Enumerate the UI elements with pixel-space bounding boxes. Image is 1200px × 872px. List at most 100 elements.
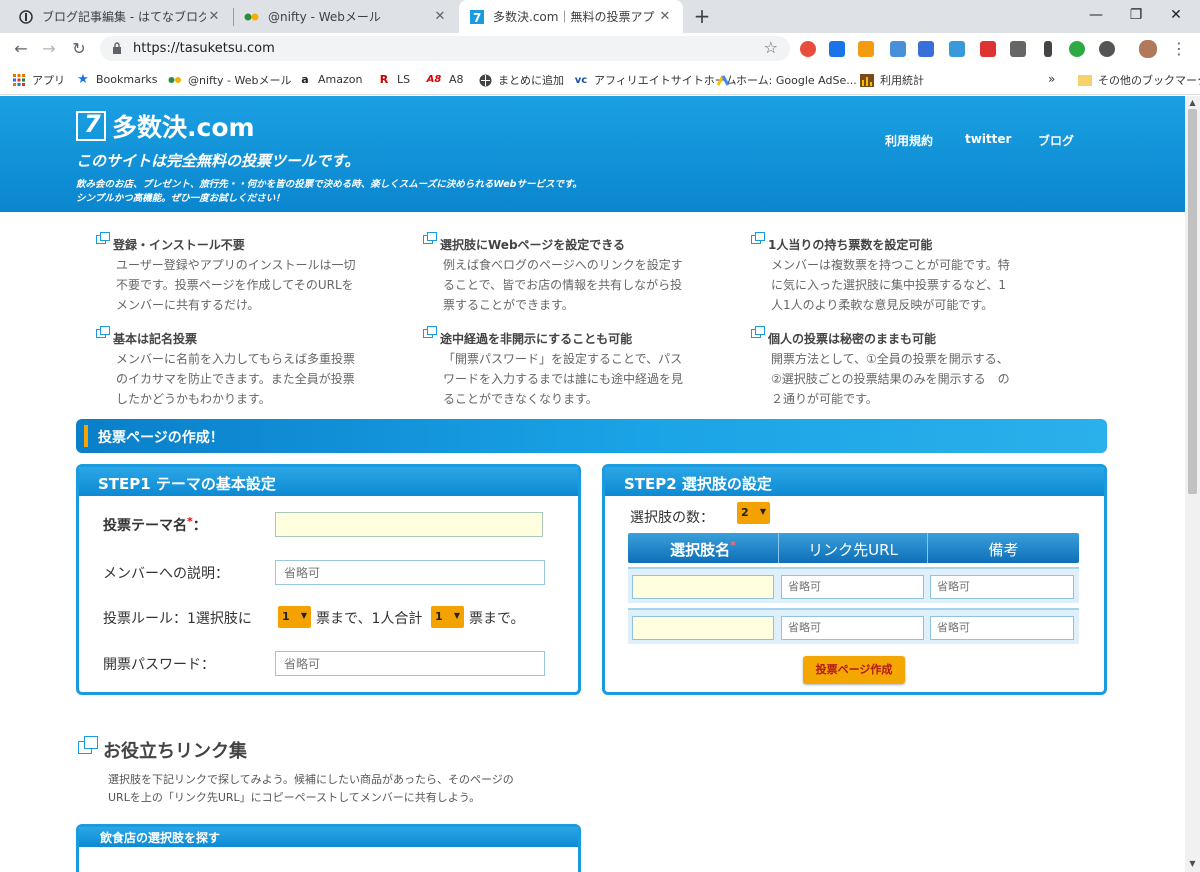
bookmark-bookmarks[interactable]: ★ Bookmarks	[76, 72, 157, 87]
extension-bolt-icon[interactable]	[1099, 41, 1115, 57]
tab-close-icon[interactable]: ✕	[432, 9, 448, 24]
feature-line: に気に入った選択肢に集中投票するなど、1	[771, 278, 1007, 292]
password-input[interactable]	[275, 651, 545, 676]
choice-row	[628, 567, 1079, 603]
description-input[interactable]	[275, 560, 545, 585]
feature-body: ユーザー登録やアプリのインストールは一切 不要です。投票ページを作成してそのUR…	[116, 255, 406, 315]
bookmark-stats[interactable]: 利用統計	[860, 72, 924, 88]
choice-count-select[interactable]: 2 ▼	[737, 502, 770, 524]
bookmark-amazon[interactable]: a Amazon	[298, 72, 362, 86]
create-vote-page-button[interactable]: 投票ページ作成	[803, 656, 905, 684]
feature-line: ワードを入力するまでは誰にも途中経過を見	[443, 372, 684, 386]
tab-nifty-webmail[interactable]: @nifty - Webメール ✕	[234, 0, 458, 33]
omnibox[interactable]: https://tasuketsu.com ☆	[100, 36, 790, 61]
extension-location-icon[interactable]	[1044, 41, 1052, 57]
tab-close-icon[interactable]: ✕	[206, 9, 222, 24]
bookmark-label: 利用統計	[880, 74, 924, 87]
votes-total-select[interactable]: 1 ▼	[431, 606, 464, 628]
url-text[interactable]: https://tasuketsu.com	[133, 41, 275, 56]
reload-icon[interactable]: ↻	[68, 38, 90, 60]
scrollbar-thumb[interactable]	[1188, 109, 1197, 494]
ls-icon: R	[379, 72, 389, 86]
hatena-favicon-icon	[18, 9, 34, 25]
new-tab-button[interactable]: +	[690, 4, 714, 28]
step2-header: STEP2 選択肢の設定	[605, 467, 1104, 496]
extension-g-icon[interactable]	[800, 41, 816, 57]
feature-line: メンバーは複数票を持つことが可能です。特	[771, 258, 1010, 272]
choice-url-input[interactable]	[781, 616, 924, 640]
bookmark-other[interactable]: その他のブックマーク	[1078, 72, 1200, 88]
tab-close-icon[interactable]: ✕	[657, 9, 673, 24]
tab-tasuketsu[interactable]: 7 多数決.com｜無料の投票アプリ·者 ✕	[459, 0, 683, 33]
bookmark-star-icon[interactable]: ☆	[764, 38, 778, 57]
forward-arrow-icon[interactable]: →	[38, 38, 60, 60]
section-accent	[84, 425, 88, 447]
bookmark-label: LS	[397, 72, 411, 86]
feature-line: のイカサマを防止できます。また全員が投票	[116, 372, 355, 386]
restore-icon[interactable]: ❐	[1116, 0, 1156, 33]
theme-label-colon: ：	[192, 518, 207, 534]
feature-bullet-icon	[751, 326, 765, 338]
feature-line: ることで、皆でお店の情報を共有しながら投	[443, 278, 683, 292]
bookmarks-overflow[interactable]: »	[1048, 72, 1055, 86]
choice-note-input[interactable]	[930, 616, 1074, 640]
address-bar-row: ← → ↻ https://tasuketsu.com ☆ ⋮	[0, 33, 1200, 64]
feature-body: メンバーは複数票を持つことが可能です。特 に気に入った選択肢に集中投票するなど、…	[771, 255, 1061, 315]
extension-pin-icon[interactable]	[1010, 41, 1026, 57]
links-desc-line-1: 選択肢を下記リンクで探してみよう。候補にしたい商品があったら、そのページの	[108, 773, 514, 786]
bookmarks-bar: アプリ ★ Bookmarks @nifty - Webメール a Amazon R…	[0, 64, 1200, 95]
bookmark-ls[interactable]: R LS	[377, 72, 410, 86]
feature-line: 人1人のより柔軟な意見反映が可能です。	[771, 298, 994, 312]
nav-blog-link[interactable]: ブログ	[1038, 132, 1074, 149]
page-scrollbar[interactable]: ▲ ▼	[1185, 96, 1200, 872]
bookmark-nifty[interactable]: @nifty - Webメール	[168, 72, 291, 88]
feature-named-vote: 基本は記名投票 メンバーに名前を入力してもらえば多重投票 のイカサマを防止できま…	[96, 326, 406, 409]
bookmark-apps[interactable]: アプリ	[12, 72, 65, 88]
bookmark-affiliate[interactable]: vc アフィリエイトサイトホーム	[574, 72, 737, 88]
theme-label-text: 投票テーマ名	[103, 518, 187, 534]
choice-name-input[interactable]	[632, 616, 774, 640]
select-value: 2	[741, 506, 749, 519]
choice-name-input[interactable]	[632, 575, 774, 599]
extension-check-icon[interactable]	[829, 41, 845, 57]
description-label: メンバーへの説明：	[103, 566, 229, 582]
choice-note-input[interactable]	[930, 575, 1074, 599]
scroll-down-arrow-icon[interactable]: ▼	[1185, 859, 1200, 868]
minimize-icon[interactable]: —	[1076, 0, 1116, 33]
menu-dots-icon[interactable]: ⋮	[1168, 38, 1190, 60]
tab-hatena-blog[interactable]: ブログ記事編集 - はてなブログ ✕	[8, 0, 232, 33]
feature-title: 1人当りの持ち票数を設定可能	[768, 238, 933, 252]
feature-no-registration: 登録・インストール不要 ユーザー登録やアプリのインストールは一切 不要です。投票…	[96, 232, 406, 315]
select-value: 1	[435, 610, 443, 623]
choice-url-input[interactable]	[781, 575, 924, 599]
extension-comment-icon[interactable]	[918, 41, 934, 57]
bookmark-a8[interactable]: A8 A8	[425, 72, 464, 86]
choice-row	[628, 608, 1079, 644]
site-logo[interactable]: 7 多数決.com	[76, 108, 255, 144]
subtag-line-2: シンプルかつ高機能。ぜひ一度お試しください！	[76, 193, 285, 204]
theme-input[interactable]	[275, 512, 543, 537]
extension-chart-icon[interactable]	[858, 41, 874, 57]
close-window-icon[interactable]: ✕	[1156, 0, 1196, 33]
votes-per-choice-select[interactable]: 1 ▼	[278, 606, 311, 628]
feature-title: 個人の投票は秘密のままも可能	[768, 332, 937, 346]
bookmark-label: まとめに追加	[498, 74, 564, 87]
dropdown-arrow-icon: ▼	[453, 611, 460, 620]
extension-c-icon[interactable]	[1069, 41, 1085, 57]
logo-text: 多数決.com	[112, 113, 255, 142]
nifty-icon	[168, 73, 182, 87]
extension-translate-icon[interactable]	[890, 41, 906, 57]
back-arrow-icon[interactable]: ←	[10, 38, 32, 60]
nav-twitter-link[interactable]: twitter	[965, 132, 1011, 146]
site-subtagline: 飲み会のお店、プレゼント、旅行先・・何かを皆の投票で決める時、楽しくスムーズに決…	[76, 178, 582, 206]
feature-body: メンバーに名前を入力してもらえば多重投票 のイカサマを防止できます。また全員が投…	[116, 349, 406, 409]
scroll-up-arrow-icon[interactable]: ▲	[1185, 98, 1200, 107]
extension-pdf-icon[interactable]	[980, 41, 996, 57]
nav-terms-link[interactable]: 利用規約	[885, 132, 933, 149]
extension-sb-icon[interactable]	[949, 41, 965, 57]
column-choice-name: 選択肢名*	[628, 539, 778, 560]
feature-title: 登録・インストール不要	[113, 238, 245, 252]
bookmark-adsense[interactable]: ホーム: Google AdSe...	[716, 72, 857, 88]
bookmark-matome[interactable]: まとめに追加	[478, 72, 564, 88]
profile-avatar[interactable]	[1139, 40, 1157, 58]
